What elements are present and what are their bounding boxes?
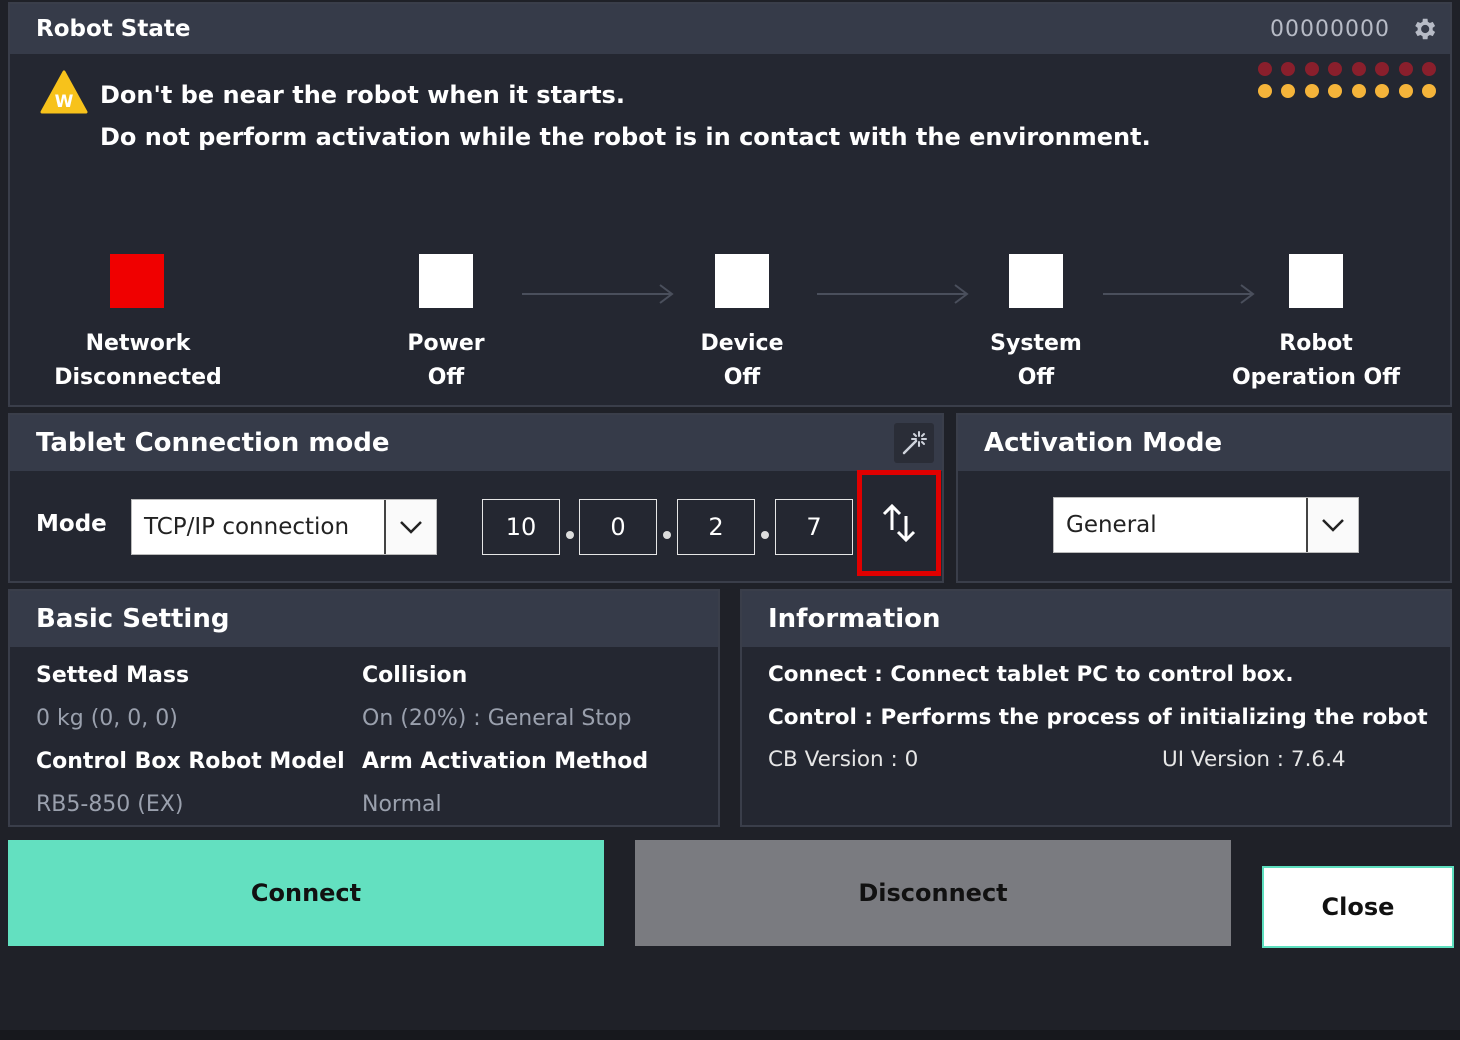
gear-icon[interactable] <box>1410 15 1438 43</box>
device-status-indicator <box>715 254 769 308</box>
ip-octet-4-input[interactable]: 7 <box>775 499 853 555</box>
yellow-led <box>1304 84 1319 98</box>
swap-ip-button[interactable] <box>857 470 941 576</box>
ip-octet-3-input[interactable]: 2 <box>677 499 755 555</box>
chevron-down-icon[interactable] <box>384 500 436 554</box>
yellow-led <box>1328 84 1342 98</box>
robot-operation-status-label: Robot Operation Off <box>1231 331 1401 390</box>
red-led <box>1281 62 1295 76</box>
warning-message: Don't be near the robot when it starts. … <box>100 74 1151 158</box>
bottom-bar <box>0 1030 1460 1040</box>
setted-mass-value: 0 kg (0, 0, 0) <box>36 706 178 731</box>
cb-version: CB Version : 0 <box>768 747 919 772</box>
magic-wand-button[interactable] <box>894 423 934 463</box>
basic-setting-title: Basic Setting <box>36 604 230 634</box>
robot-model-value: RB5-850 (EX) <box>36 792 184 817</box>
arrow-icon <box>1103 284 1255 304</box>
ip-separator <box>761 531 769 539</box>
connection-mode-value: TCP/IP connection <box>144 514 350 540</box>
tablet-connection-panel: Tablet Connection mode Mode TCP/IP conne… <box>8 413 944 583</box>
information-title: Information <box>768 604 941 634</box>
system-status-indicator <box>1009 254 1063 308</box>
red-led <box>1422 62 1436 76</box>
arm-activation-method-value: Normal <box>362 792 442 817</box>
device-status-label: Device Off <box>700 331 784 390</box>
warning-line-1: Don't be near the robot when it starts. <box>100 81 625 109</box>
ip-separator <box>663 531 671 539</box>
robot-state-header: Robot State 00000000 <box>10 4 1450 54</box>
mode-label: Mode <box>36 511 107 537</box>
network-status-indicator <box>110 254 164 308</box>
ip-separator <box>566 531 574 539</box>
serial-number: 00000000 <box>1270 16 1390 42</box>
robot-state-panel: Robot State 00000000 W Don't be near the… <box>8 2 1452 407</box>
robot-model-label: Control Box Robot Model <box>36 749 345 774</box>
basic-setting-header: Basic Setting <box>10 591 718 647</box>
led-indicators <box>1257 62 1436 106</box>
red-led <box>1257 62 1272 76</box>
activation-mode-header: Activation Mode <box>958 415 1450 471</box>
power-status-indicator <box>419 254 473 308</box>
arrow-icon <box>817 284 969 304</box>
ui-version: UI Version : 7.6.4 <box>1162 747 1346 772</box>
basic-setting-panel: Basic Setting Setted Mass 0 kg (0, 0, 0)… <box>8 589 720 827</box>
close-button[interactable]: Close <box>1262 866 1454 948</box>
network-status-label: Network Disconnected <box>54 331 222 390</box>
yellow-led <box>1257 84 1272 98</box>
yellow-led <box>1422 84 1436 98</box>
information-header: Information <box>742 591 1450 647</box>
robot-operation-status-indicator <box>1289 254 1343 308</box>
warning-line-2: Do not perform activation while the robo… <box>100 123 1151 151</box>
red-led <box>1304 62 1319 76</box>
warning-icon-letter: W <box>55 92 74 112</box>
red-led-row <box>1257 62 1436 76</box>
tablet-connection-header: Tablet Connection mode <box>10 415 942 471</box>
activation-mode-panel: Activation Mode General <box>956 413 1452 583</box>
info-control-line: Control : Performs the process of initia… <box>768 705 1428 730</box>
arrow-icon <box>522 284 674 304</box>
information-panel: Information Connect : Connect tablet PC … <box>740 589 1452 827</box>
yellow-led <box>1398 84 1413 98</box>
robot-state-title: Robot State <box>36 16 191 42</box>
tablet-connection-title: Tablet Connection mode <box>36 428 390 458</box>
yellow-led-row <box>1257 84 1436 98</box>
chevron-down-icon[interactable] <box>1306 498 1358 552</box>
warning-icon: W <box>40 70 88 114</box>
yellow-led <box>1281 84 1295 98</box>
red-led <box>1328 62 1342 76</box>
yellow-led <box>1351 84 1366 98</box>
collision-value: On (20%) : General Stop <box>362 706 632 731</box>
red-led <box>1398 62 1413 76</box>
disconnect-button[interactable]: Disconnect <box>635 840 1231 946</box>
red-led <box>1375 62 1389 76</box>
activation-mode-title: Activation Mode <box>984 428 1223 458</box>
swap-arrows-icon <box>882 503 916 543</box>
activation-mode-select[interactable]: General <box>1053 497 1359 553</box>
yellow-led <box>1375 84 1389 98</box>
activation-mode-value: General <box>1066 512 1157 538</box>
setted-mass-label: Setted Mass <box>36 663 190 688</box>
ip-octet-2-input[interactable]: 0 <box>579 499 657 555</box>
connection-mode-select[interactable]: TCP/IP connection <box>131 499 437 555</box>
system-status-label: System Off <box>990 331 1082 390</box>
arm-activation-method-label: Arm Activation Method <box>362 749 649 774</box>
collision-label: Collision <box>362 663 468 688</box>
ip-octet-1-input[interactable]: 10 <box>482 499 560 555</box>
power-status-label: Power Off <box>407 331 485 390</box>
red-led <box>1351 62 1366 76</box>
connect-button[interactable]: Connect <box>8 840 604 946</box>
info-connect-line: Connect : Connect tablet PC to control b… <box>768 662 1294 687</box>
magic-wand-icon <box>902 431 927 455</box>
